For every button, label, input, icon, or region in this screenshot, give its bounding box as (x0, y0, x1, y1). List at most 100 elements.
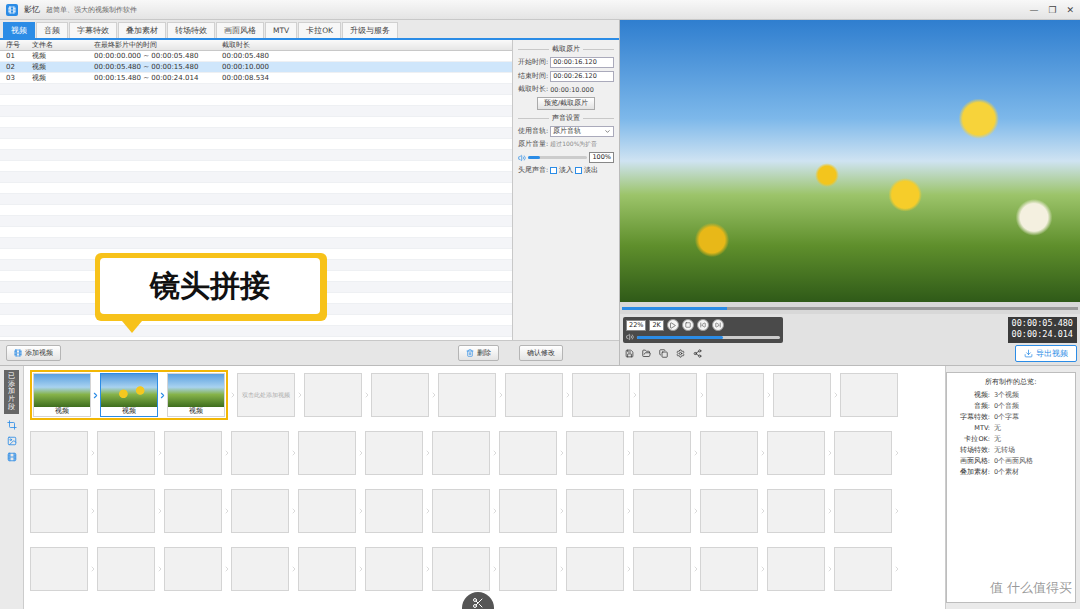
tab[interactable]: 叠加素材 (118, 22, 166, 38)
fade-option[interactable]: 淡出 (575, 166, 598, 175)
player-volume-slider[interactable] (637, 336, 780, 339)
empty-row (0, 139, 512, 150)
arrow-icon (228, 391, 237, 399)
folder-icon[interactable] (642, 349, 651, 358)
tab[interactable]: 音频 (36, 22, 68, 38)
time-input[interactable]: 00:00:26.120 (550, 71, 614, 82)
tab[interactable]: MTV (265, 22, 297, 38)
empty-row (0, 161, 512, 172)
previous-button[interactable] (697, 319, 709, 331)
add-video-button[interactable]: 添加视频 (6, 345, 61, 361)
export-button[interactable]: 导出视频 (1015, 345, 1077, 362)
added-clips-tab[interactable]: 已添加片段 (4, 370, 19, 414)
volume-slider[interactable] (528, 156, 587, 159)
delete-button[interactable]: 删除 (458, 345, 499, 361)
tab[interactable]: 视频 (3, 22, 35, 38)
zoom-field[interactable]: 22% (626, 320, 646, 331)
image-icon[interactable] (7, 436, 17, 446)
empty-row (0, 326, 512, 337)
quality-field[interactable]: 2K (649, 320, 663, 331)
fade-checkbox[interactable] (575, 167, 582, 174)
copy-icon[interactable] (659, 349, 668, 358)
summary-box: 所有制作的总览:视频:3个视频音频:0个音频字幕特效:0个字幕MTV:无卡拉OK… (946, 372, 1076, 603)
clip-thumbnail (168, 374, 224, 407)
empty-slot (304, 373, 362, 417)
summary-item: 叠加素材:0个素材 (952, 468, 1070, 477)
empty-slot (97, 489, 155, 533)
progress-bar[interactable] (622, 307, 1078, 310)
settings-icon[interactable] (676, 349, 685, 358)
empty-row (0, 84, 512, 95)
total-time: 00:00:24.014 (1012, 329, 1073, 340)
dropdown-icon (604, 128, 611, 135)
arrow-icon (155, 507, 164, 515)
clip-slot[interactable]: 视频 (100, 373, 158, 417)
summary-item: 字幕特效:0个字幕 (952, 413, 1070, 422)
empty-slot (633, 489, 691, 533)
arrow-icon (91, 391, 100, 400)
empty-slot (432, 547, 490, 591)
column-header[interactable]: 在最终影片中的时间 (88, 40, 216, 50)
column-header[interactable]: 文件名 (26, 40, 88, 50)
arrow-icon (289, 507, 298, 515)
arrow-icon (423, 565, 432, 573)
column-header[interactable]: 截取时长 (216, 40, 512, 50)
clip-slot[interactable]: 视频 (167, 373, 225, 417)
window-control-button[interactable]: — (1029, 5, 1038, 15)
tab[interactable]: 升级与服务 (342, 22, 398, 38)
tab[interactable]: 字幕特效 (69, 22, 117, 38)
player-controls: 22%2K00:00:05.48000:00:24.014导出视频 (620, 314, 1080, 365)
row-duration: 00:00:05.480 (216, 52, 512, 60)
empty-row (0, 205, 512, 216)
watermark: 值 什么值得买 (990, 579, 1072, 597)
film-icon[interactable] (7, 452, 17, 462)
track-select[interactable]: 原片音轨 (550, 126, 614, 137)
stop-button[interactable] (682, 319, 694, 331)
clip-slot[interactable]: 视频 (33, 373, 91, 417)
tab[interactable]: 画面风格 (216, 22, 264, 38)
column-header[interactable]: 序号 (0, 40, 26, 50)
tab[interactable]: 卡拉OK (298, 22, 341, 38)
callout-pointer (122, 321, 142, 333)
empty-slot (706, 373, 764, 417)
arrow-icon (630, 391, 639, 399)
table-row[interactable]: 03视频00:00:15.480 ~ 00:00:24.01400:00:08.… (0, 73, 512, 84)
tab[interactable]: 转场特效 (167, 22, 215, 38)
arrow-icon (222, 507, 231, 515)
empty-slot (365, 489, 423, 533)
playback-cluster: 22%2K (623, 317, 783, 343)
track-row: 使用音轨:原片音轨 (518, 126, 614, 137)
timeline-row (30, 428, 939, 478)
fade-option[interactable]: 淡入 (550, 166, 573, 175)
volume-reading[interactable]: 100% (589, 152, 614, 163)
confirm-button[interactable]: 确认修改 (519, 345, 563, 361)
row-index: 01 (0, 52, 26, 60)
row-duration: 00:00:10.000 (216, 63, 512, 71)
table-row[interactable]: 02视频00:00:05.480 ~ 00:00:15.48000:00:10.… (0, 62, 512, 73)
timeline-side-strip: 已添加片段 (0, 366, 24, 609)
window-control-button[interactable]: ❐ (1048, 5, 1056, 15)
share-icon[interactable] (693, 349, 702, 358)
preview-trim-button[interactable]: 预览/截取原片 (537, 97, 595, 110)
summary-title: 所有制作的总览: (952, 377, 1070, 387)
time-input[interactable]: 00:00:16.120 (550, 57, 614, 68)
empty-slot (566, 547, 624, 591)
previous-icon (700, 322, 706, 328)
summary-item: MTV:无 (952, 424, 1070, 433)
trash-icon (466, 349, 474, 357)
play-button[interactable] (667, 319, 679, 331)
empty-slot (298, 547, 356, 591)
table-row[interactable]: 01视频00:00:00.000 ~ 00:00:05.48000:00:05.… (0, 51, 512, 62)
crop-icon[interactable] (7, 420, 17, 430)
summary-item: 转场特效:无转场 (952, 446, 1070, 455)
empty-slot (767, 489, 825, 533)
save-icon[interactable] (625, 349, 634, 358)
next-button[interactable] (712, 319, 724, 331)
add-clip-slot[interactable]: 双击此处添加视频 (237, 373, 295, 417)
fade-checkbox[interactable] (550, 167, 557, 174)
clip-label: 视频 (34, 407, 90, 416)
window-control-button[interactable]: ✕ (1066, 5, 1074, 15)
empty-row (0, 172, 512, 183)
time-field-row: 结束时间:00:00:26.120 (518, 71, 614, 82)
window-controls: — ❐ ✕ (1029, 5, 1074, 15)
